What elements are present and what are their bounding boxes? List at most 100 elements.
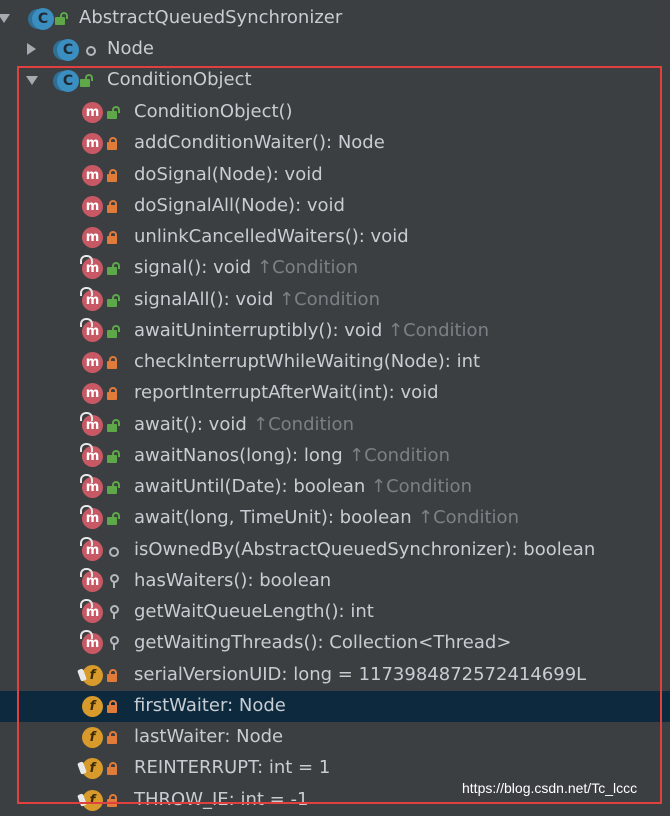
method-icon: m <box>82 383 103 405</box>
method-row[interactable]: m signalAll(): void ↑Condition <box>0 285 670 316</box>
method-row[interactable]: m doSignal(Node): void <box>0 160 670 191</box>
public-lock-icon <box>107 418 120 432</box>
method-row[interactable]: m awaitUninterruptibly(): void ↑Condition <box>0 316 670 347</box>
tree-row-condition-object[interactable]: C ConditionObject <box>0 65 670 96</box>
field-icon: f <box>82 789 103 811</box>
member-label: awaitUntil(Date): boolean <box>134 476 366 497</box>
inherited-from-label: ↑Condition <box>253 413 354 435</box>
method-row[interactable]: m isOwnedBy(AbstractQueuedSynchronizer): … <box>0 535 670 566</box>
method-icon: m <box>82 227 103 248</box>
member-label: hasWaiters(): boolean <box>134 569 332 591</box>
method-row[interactable]: m doSignalAll(Node): void <box>0 191 670 222</box>
private-lock-icon <box>107 231 117 244</box>
inherited-from-label: ↑Condition <box>257 257 358 279</box>
member-label: await(): void <box>134 413 247 435</box>
member-label: getWaitingThreads(): Collection<Thread> <box>134 632 512 654</box>
public-lock-icon <box>107 293 120 307</box>
field-row[interactable]: f firstWaiter: Node <box>0 690 670 722</box>
member-label: lastWaiter: Node <box>134 726 284 747</box>
public-lock-icon <box>107 106 120 119</box>
method-icon: m <box>80 599 103 623</box>
inherited-from-label: ↑Condition <box>371 476 472 497</box>
method-icon: m <box>82 133 103 155</box>
method-icon: m <box>82 352 103 373</box>
field-icon: f <box>82 664 103 686</box>
member-label: await(long, TimeUnit): boolean <box>134 507 412 529</box>
member-label: THROW_IE: int = -1 <box>134 788 309 810</box>
method-icon: m <box>80 317 103 342</box>
class-icon: C <box>57 70 79 92</box>
watermark: https://blog.csdn.net/Tc_lccc <box>462 780 638 796</box>
method-row[interactable]: m getWaitQueueLength(): int <box>0 597 670 628</box>
public-lock-icon <box>107 449 120 463</box>
public-lock-icon <box>107 324 120 338</box>
method-icon: m <box>80 442 103 467</box>
protected-key-icon <box>109 605 119 619</box>
method-row[interactable]: m await(long, TimeUnit): boolean ↑Conditio… <box>0 503 670 534</box>
method-row[interactable]: m awaitUntil(Date): boolean ↑Condition <box>0 472 670 503</box>
field-row[interactable]: f lastWaiter: Node <box>0 722 670 753</box>
private-lock-icon <box>107 168 117 182</box>
method-icon: m <box>80 630 103 655</box>
field-icon: f <box>82 758 103 780</box>
package-visibility-icon <box>109 546 119 557</box>
method-row[interactable]: m reportInterruptAfterWait(int): void <box>0 378 670 409</box>
field-icon: f <box>82 727 103 748</box>
member-label: addConditionWaiter(): Node <box>134 132 385 154</box>
class-icon: C <box>32 8 54 30</box>
member-label: ConditionObject() <box>134 101 293 122</box>
collapse-arrow-icon[interactable] <box>27 43 36 55</box>
member-label: signalAll(): void <box>134 288 274 310</box>
method-row[interactable]: m signal(): void ↑Condition <box>0 253 670 284</box>
tree-row-root[interactable]: C AbstractQueuedSynchronizer <box>0 3 670 34</box>
member-label: reportInterruptAfterWait(int): void <box>134 382 439 404</box>
member-label: checkInterruptWhileWaiting(Node): int <box>134 351 481 372</box>
private-lock-icon <box>107 699 117 713</box>
member-label: REINTERRUPT: int = 1 <box>134 757 331 779</box>
method-icon: m <box>80 505 103 530</box>
class-icon: C <box>57 39 79 61</box>
member-label: isOwnedBy(AbstractQueuedSynchronizer): b… <box>134 538 596 560</box>
class-label: ConditionObject <box>107 69 252 90</box>
member-label: serialVersionUID: long = 117398487257241… <box>134 663 587 685</box>
protected-key-icon <box>109 573 119 588</box>
inherited-from-label: ↑Condition <box>418 507 519 529</box>
method-row[interactable]: m hasWaiters(): boolean <box>0 566 670 597</box>
member-label: getWaitQueueLength(): int <box>134 601 374 622</box>
expand-arrow-icon[interactable] <box>26 76 38 85</box>
public-lock-icon <box>80 74 93 87</box>
member-label: awaitNanos(long): long <box>134 444 343 466</box>
method-row[interactable]: m await(): void ↑Condition <box>0 410 670 441</box>
expand-arrow-icon[interactable] <box>0 14 10 23</box>
class-label: AbstractQueuedSynchronizer <box>79 7 343 28</box>
method-row[interactable]: m checkInterruptWhileWaiting(Node): int <box>0 347 670 378</box>
public-lock-icon <box>107 481 120 494</box>
method-icon: m <box>80 255 103 280</box>
private-lock-icon <box>107 387 117 401</box>
private-lock-icon <box>107 668 117 682</box>
inherited-from-label: ↑Condition <box>279 288 380 310</box>
method-row[interactable]: m addConditionWaiter(): Node <box>0 128 670 159</box>
private-lock-icon <box>107 762 117 776</box>
member-label: doSignalAll(Node): void <box>134 194 345 216</box>
method-row[interactable]: m getWaitingThreads(): Collection<Thread> <box>0 628 670 659</box>
package-visibility-icon <box>86 46 96 56</box>
private-lock-icon <box>107 793 117 807</box>
method-row[interactable]: m ConditionObject() <box>0 97 670 128</box>
public-lock-icon <box>107 262 120 276</box>
tree-row-node[interactable]: C Node <box>0 34 670 65</box>
method-icon: m <box>82 164 103 186</box>
private-lock-icon <box>107 137 117 151</box>
method-icon: m <box>82 102 103 123</box>
method-row[interactable]: m unlinkCancelledWaiters(): void <box>0 222 670 253</box>
field-row[interactable]: f serialVersionUID: long = 11739848725724… <box>0 660 670 691</box>
field-icon: f <box>82 695 103 717</box>
private-lock-icon <box>107 199 117 213</box>
method-icon: m <box>80 474 103 498</box>
private-lock-icon <box>107 731 117 744</box>
method-icon: m <box>80 286 103 311</box>
method-icon: m <box>80 536 103 561</box>
method-row[interactable]: m awaitNanos(long): long ↑Condition <box>0 441 670 472</box>
method-icon: m <box>80 411 103 436</box>
private-lock-icon <box>107 356 117 369</box>
